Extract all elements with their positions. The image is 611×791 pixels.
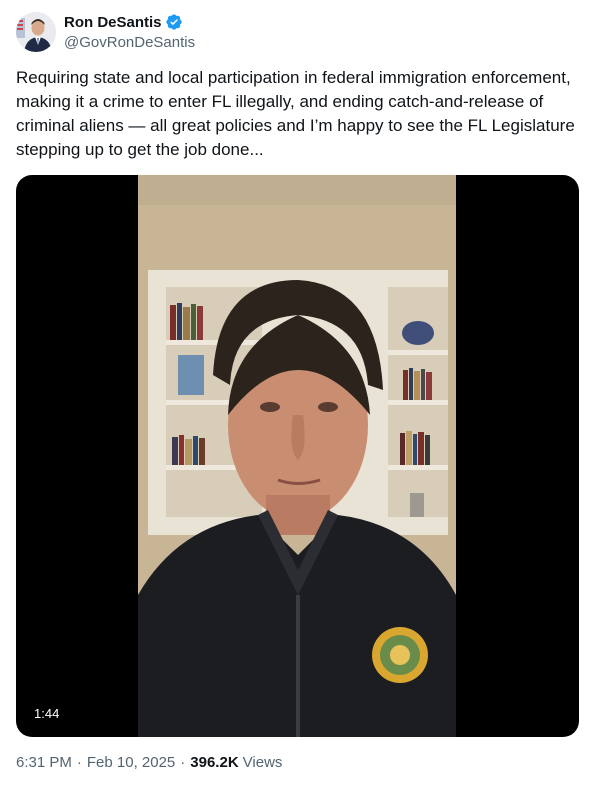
avatar[interactable] (16, 12, 56, 52)
avatar-image (16, 12, 56, 52)
tweet-date[interactable]: Feb 10, 2025 (87, 754, 175, 771)
views-count[interactable]: 396.2K (190, 754, 238, 771)
meta-separator: · (180, 754, 186, 771)
video-thumbnail (138, 175, 456, 737)
tweet-time[interactable]: 6:31 PM (16, 754, 72, 771)
views-label: Views (242, 754, 283, 771)
tweet-card: Ron DeSantis @GovRonDeSantis Requiring s… (0, 0, 611, 791)
tweet-text: Requiring state and local participation … (16, 68, 580, 159)
tweet-meta: 6:31 PM · Feb 10, 2025 · 396.2K Views (16, 754, 282, 771)
name-row: Ron DeSantis (64, 12, 195, 32)
author-block: Ron DeSantis @GovRonDeSantis (64, 12, 195, 52)
meta-separator: · (76, 754, 82, 771)
handle[interactable]: @GovRonDeSantis (64, 34, 195, 51)
display-name[interactable]: Ron DeSantis (64, 14, 162, 31)
video-player[interactable]: 1:44 (16, 175, 579, 737)
verified-badge-icon[interactable] (165, 13, 183, 31)
video-thumbnail-image (138, 175, 456, 737)
video-duration: 1:44 (28, 704, 66, 723)
